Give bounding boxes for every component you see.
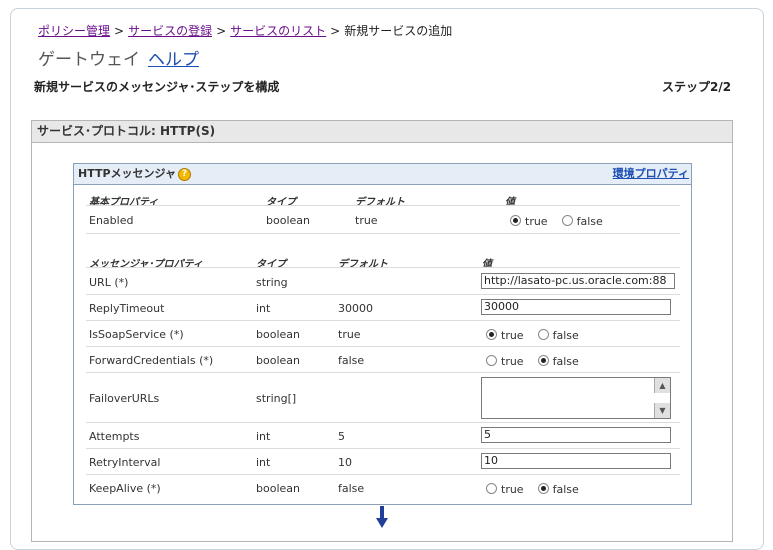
page-title: 新規サービスのメッセンジャ･ステップを構成 [34, 80, 280, 94]
row-url-input[interactable]: http://lasato-pc.us.oracle.com:88 [481, 273, 675, 289]
row-issoapservice-default: true [338, 328, 361, 341]
row-issoapservice-radio-false-label: false [552, 329, 579, 342]
row-url-name: URL (*) [89, 276, 129, 289]
header: ゲートウェイ ヘルプ [38, 45, 199, 70]
divider [86, 474, 680, 475]
breadcrumb-separator: > [330, 24, 341, 38]
row-failoverurls-textarea[interactable]: ▲ ▼ [481, 377, 671, 419]
env-properties-link[interactable]: 環境プロパティ [613, 164, 689, 184]
row-forwardcredentials-radio-false[interactable] [537, 355, 549, 366]
row-keepalive-radio-false[interactable] [537, 483, 549, 494]
row-forwardcredentials-radio-group: true false [486, 355, 593, 368]
enabled-default: true [355, 214, 378, 227]
enabled-radio-group: true false [510, 215, 617, 228]
row-retryinterval-type: int [256, 456, 271, 469]
row-failoverurls-name: FailoverURLs [89, 392, 160, 405]
enabled-radio-false-label: false [576, 215, 603, 228]
row-issoapservice-type: boolean [256, 328, 300, 341]
row-replytimeout-type: int [256, 302, 271, 315]
breadcrumb-separator: > [216, 24, 227, 38]
row-keepalive-radio-true-label: true [501, 483, 524, 496]
divider [86, 267, 680, 268]
enabled-radio-true-label: true [525, 215, 548, 228]
row-keepalive-radio-true[interactable] [486, 483, 497, 494]
row-issoapservice-radio-false[interactable] [537, 329, 549, 340]
breadcrumb-current: 新規サービスの追加 [344, 24, 453, 38]
step-indicator: ステップ2/2 [662, 80, 732, 94]
row-attempts-default: 5 [338, 430, 345, 443]
breadcrumb-service-registration[interactable]: サービスの登録 [128, 24, 212, 38]
gateway-title: ゲートウェイ [38, 50, 140, 70]
divider [86, 448, 680, 449]
row-issoapservice-radio-true[interactable] [486, 329, 497, 340]
row-forwardcredentials-radio-true-label: true [501, 355, 524, 368]
help-icon[interactable]: ? [177, 167, 191, 181]
breadcrumb-service-list[interactable]: サービスのリスト [230, 24, 326, 38]
row-attempts-name: Attempts [89, 430, 140, 443]
row-failoverurls-type: string[] [256, 392, 297, 405]
divider [86, 422, 680, 423]
row-attempts-type: int [256, 430, 271, 443]
row-retryinterval-default: 10 [338, 456, 352, 469]
row-keepalive-default: false [338, 482, 365, 495]
row-forwardcredentials-radio-true[interactable] [486, 355, 497, 366]
row-issoapservice-radio-true-label: true [501, 329, 524, 342]
row-forwardcredentials-radio-false-label: false [552, 355, 579, 368]
row-replytimeout-input[interactable]: 30000 [481, 299, 671, 315]
down-arrow-icon [376, 506, 388, 528]
panel-header: HTTPメッセンジャ? 環境プロパティ [74, 164, 691, 185]
enabled-radio-false[interactable] [561, 215, 573, 226]
row-keepalive-radio-group: true false [486, 483, 593, 496]
breadcrumb-separator: > [114, 24, 125, 38]
divider [86, 233, 680, 234]
divider [86, 320, 680, 321]
divider [86, 205, 680, 206]
enabled-radio-true[interactable] [510, 215, 521, 226]
scroll-up-icon[interactable]: ▲ [654, 378, 670, 393]
panel-title: HTTPメッセンジャ [78, 167, 176, 180]
row-replytimeout-name: ReplyTimeout [89, 302, 165, 315]
breadcrumb: ポリシー管理 > サービスの登録 > サービスのリスト > 新規サービスの追加 [38, 22, 452, 39]
row-keepalive-type: boolean [256, 482, 300, 495]
row-keepalive-radio-false-label: false [552, 483, 579, 496]
row-forwardcredentials-default: false [338, 354, 365, 367]
enabled-type: boolean [266, 214, 310, 227]
row-forwardcredentials-name: ForwardCredentials (*) [89, 354, 214, 367]
row-url-type: string [256, 276, 288, 289]
divider [86, 372, 680, 373]
scroll-down-icon[interactable]: ▼ [654, 403, 670, 418]
help-link[interactable]: ヘルプ [148, 50, 199, 70]
row-retryinterval-input[interactable]: 10 [481, 453, 671, 469]
enabled-name: Enabled [89, 214, 134, 227]
breadcrumb-policy-management[interactable]: ポリシー管理 [38, 24, 110, 38]
row-attempts-input[interactable]: 5 [481, 427, 671, 443]
row-retryinterval-name: RetryInterval [89, 456, 161, 469]
row-issoapservice-radio-group: true false [486, 329, 593, 342]
row-issoapservice-name: IsSoapService (*) [89, 328, 184, 341]
section-title: サービス･プロトコル: HTTP(S) [32, 121, 732, 143]
row-forwardcredentials-type: boolean [256, 354, 300, 367]
row-keepalive-name: KeepAlive (*) [89, 482, 161, 495]
row-replytimeout-default: 30000 [338, 302, 373, 315]
divider [86, 294, 680, 295]
divider [86, 346, 680, 347]
